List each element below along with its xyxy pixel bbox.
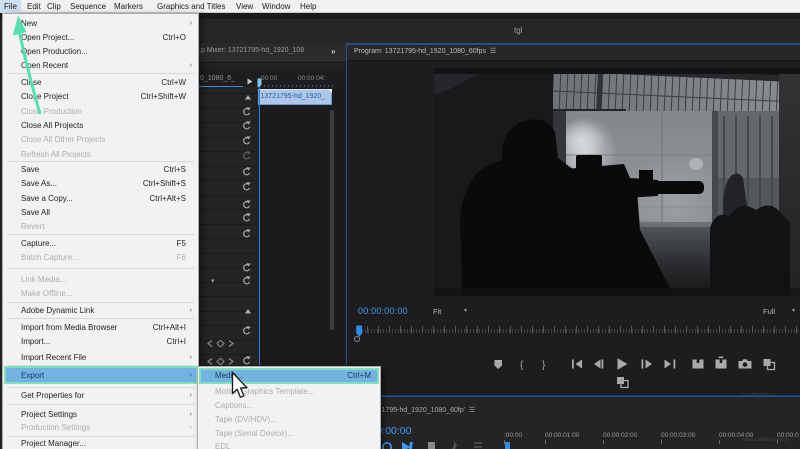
svg-text:}: } [542,360,546,371]
svg-text:{: { [520,360,524,371]
